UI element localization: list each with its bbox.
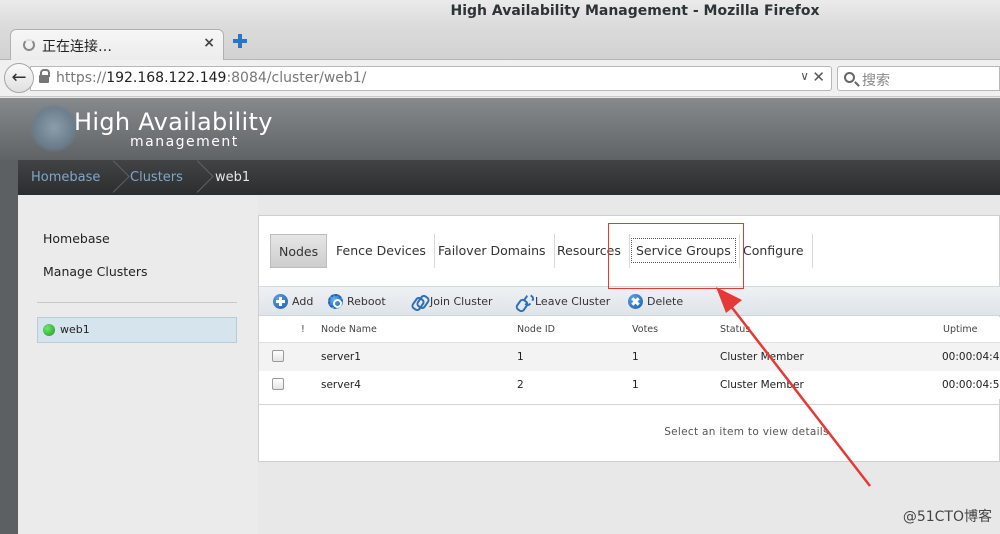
cluster-name: web1 <box>60 323 90 336</box>
loading-spinner-icon <box>23 39 35 51</box>
back-button[interactable]: ← <box>4 63 34 93</box>
node-status: Cluster Member <box>720 351 804 363</box>
breadcrumb-homebase[interactable]: Homebase <box>31 170 100 185</box>
reboot-button[interactable]: Reboot <box>328 294 386 310</box>
details-placeholder: Select an item to view details <box>664 426 829 438</box>
link-icon <box>411 294 426 309</box>
tab-fence-devices[interactable]: Fence Devices <box>328 234 435 268</box>
column-node-id[interactable]: Node ID <box>517 324 555 335</box>
column-status[interactable]: Status <box>720 324 750 335</box>
table-row[interactable]: server4 2 1 Cluster Member 00:00:04:53 <box>259 371 1000 399</box>
stop-icon[interactable]: ✕ <box>812 68 825 86</box>
window-title: High Availability Management - Mozilla F… <box>450 3 820 19</box>
row-checkbox[interactable] <box>272 378 284 390</box>
sidebar-item-manage-clusters[interactable]: Manage Clusters <box>43 264 148 279</box>
sidebar: Homebase Manage Clusters web1 <box>18 195 258 534</box>
add-icon <box>273 294 288 309</box>
column-alert[interactable]: ! <box>301 324 305 335</box>
annotation-highlight-box <box>608 223 744 289</box>
tab-configure[interactable]: Configure <box>735 234 813 268</box>
node-uptime: 00:00:04:53 <box>942 379 1000 391</box>
node-votes: 1 <box>632 351 639 363</box>
column-node-name[interactable]: Node Name <box>321 324 377 335</box>
breadcrumb-separator <box>110 160 124 195</box>
browser-tab[interactable]: 正在连接… × <box>10 29 224 60</box>
node-name: server1 <box>321 351 361 363</box>
node-id: 1 <box>517 351 524 363</box>
window-titlebar: High Availability Management - Mozilla F… <box>0 0 1000 24</box>
table-row[interactable]: server1 1 1 Cluster Member 00:00:04:49 <box>259 343 1000 371</box>
sidebar-divider <box>37 302 237 303</box>
browser-tabstrip: 正在连接… × <box>0 24 1000 60</box>
node-id: 2 <box>517 379 524 391</box>
browser-tab-title: 正在连接… <box>42 39 112 55</box>
tab-failover-domains[interactable]: Failover Domains <box>430 234 555 268</box>
node-votes: 1 <box>632 379 639 391</box>
join-cluster-button[interactable]: Join Cluster <box>411 294 493 310</box>
new-tab-icon[interactable] <box>231 32 249 50</box>
sidebar-item-homebase[interactable]: Homebase <box>43 231 110 246</box>
search-input[interactable]: 搜索 <box>837 66 1000 91</box>
node-uptime: 00:00:04:49 <box>942 351 1000 363</box>
logo-icon <box>30 104 78 152</box>
breadcrumb-current: web1 <box>215 170 251 185</box>
delete-button[interactable]: Delete <box>628 294 683 310</box>
url-text: https://192.168.122.149:8084/cluster/web… <box>56 70 367 86</box>
url-bar[interactable]: https://192.168.122.149:8084/cluster/web… <box>30 66 832 91</box>
delete-icon <box>628 294 643 309</box>
node-status: Cluster Member <box>720 379 804 391</box>
sidebar-item-cluster[interactable]: web1 <box>37 317 237 343</box>
status-online-icon <box>43 324 55 336</box>
lock-icon <box>39 69 50 84</box>
nodes-toolbar: Add Reboot Join Cluster Leave Cluster De… <box>259 286 1000 316</box>
add-button[interactable]: Add <box>273 294 313 310</box>
close-tab-icon[interactable]: × <box>203 35 215 51</box>
node-name: server4 <box>321 379 361 391</box>
row-checkbox[interactable] <box>272 350 284 362</box>
url-dropdown-icon[interactable]: ∨ <box>800 69 809 83</box>
search-icon <box>844 72 855 83</box>
browser-navbar: https://192.168.122.149:8084/cluster/web… <box>0 60 1000 97</box>
search-placeholder: 搜索 <box>862 73 890 89</box>
breadcrumb-separator <box>194 160 208 195</box>
column-votes[interactable]: Votes <box>632 324 658 335</box>
grid-header: ! Node Name Node ID Votes Status Uptime <box>259 317 1000 343</box>
unlink-icon <box>516 294 531 309</box>
page-edge <box>0 160 18 534</box>
leave-cluster-button[interactable]: Leave Cluster <box>516 294 610 310</box>
reboot-icon <box>328 294 343 309</box>
details-panel: Select an item to view details <box>258 404 1000 462</box>
watermark: @51CTO博客 <box>902 509 992 525</box>
breadcrumb-clusters[interactable]: Clusters <box>130 170 183 185</box>
app-title: High Availability <box>74 108 273 136</box>
app-subtitle: management <box>130 134 239 150</box>
column-uptime[interactable]: Uptime <box>943 324 977 335</box>
tab-nodes[interactable]: Nodes <box>270 234 328 268</box>
breadcrumb: Homebase Clusters web1 <box>18 160 1000 195</box>
app-header: High Availability management <box>0 98 1000 160</box>
